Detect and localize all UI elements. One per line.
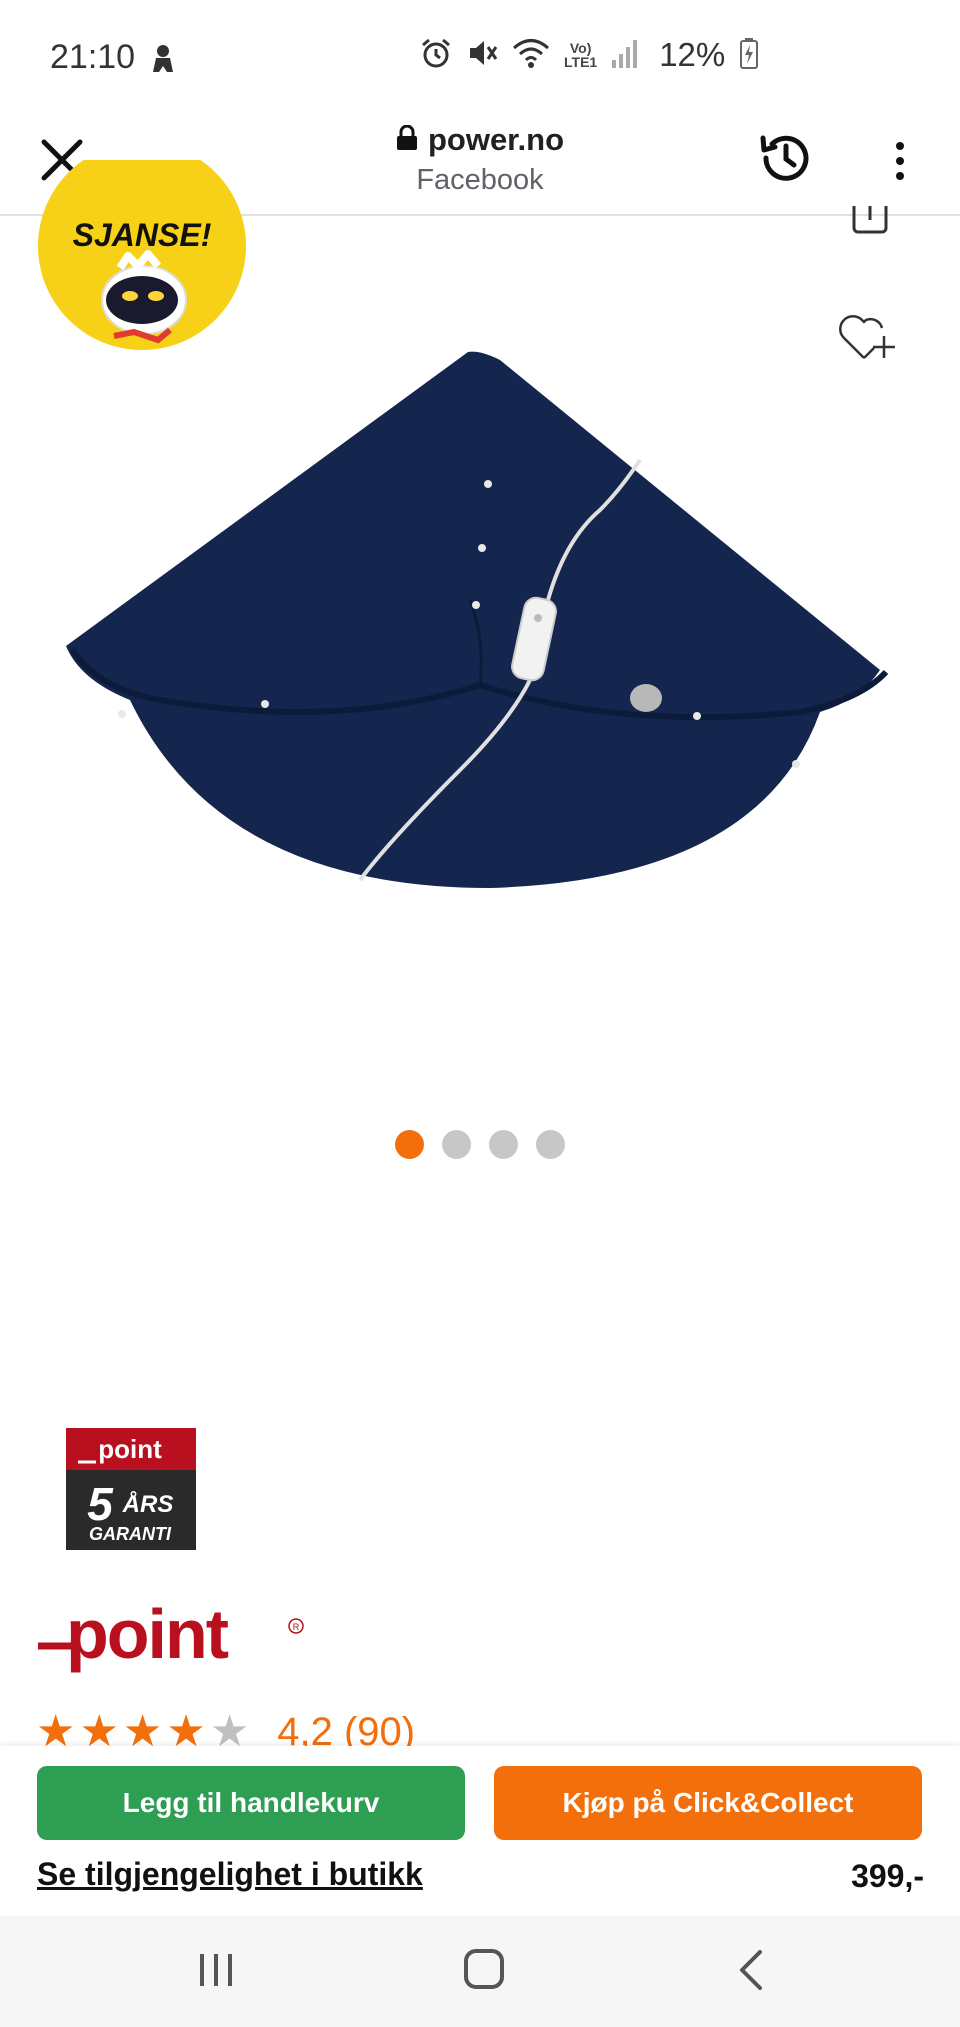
history-icon[interactable] [756, 128, 816, 188]
sjanse-badge: SJANSE! [38, 160, 246, 352]
status-bar: 21:10 Vo) LTE1 12% [0, 0, 960, 110]
url-domain: power.no [427, 122, 565, 157]
battery-charging-icon [739, 37, 759, 74]
home-icon[interactable] [462, 1946, 506, 1992]
alarm-icon [420, 37, 452, 74]
brand-name-text: point [66, 1600, 229, 1673]
battery-text: 12% [659, 36, 726, 73]
status-time: 21:10 [50, 38, 136, 76]
person-icon [150, 44, 176, 79]
network-top-text: Vo) [569, 40, 592, 56]
carousel-dot-1[interactable] [395, 1130, 424, 1159]
url-source: Facebook [416, 164, 544, 196]
image-carousel-indicators [395, 1130, 565, 1159]
brand-logo[interactable]: point R [36, 1595, 306, 1684]
network-bottom-text: LTE1 [564, 54, 598, 70]
carousel-dot-3[interactable] [489, 1130, 518, 1159]
carousel-dot-4[interactable] [536, 1130, 565, 1159]
mute-icon [466, 37, 498, 74]
store-availability-link[interactable]: Se tilgjengelighet i butikk [37, 1856, 423, 1893]
url-display[interactable]: power.no Facebook [300, 122, 660, 197]
purchase-panel: Legg til handlekurv Kjøp på Click&Collec… [0, 1746, 960, 1916]
wifi-icon [512, 37, 550, 74]
system-nav-bar [0, 1916, 960, 2027]
badge-text: SJANSE! [73, 217, 212, 253]
more-vert-icon[interactable] [880, 136, 920, 186]
warranty-brand-text: point [98, 1434, 162, 1464]
warranty-badge: point 5 ÅRS GARANTI [66, 1428, 196, 1550]
heated-shawl-image[interactable] [60, 340, 900, 900]
signal-icon [611, 38, 639, 73]
warranty-line1-text: ÅRS [122, 1491, 174, 1518]
svg-text:R: R [293, 1622, 300, 1632]
lock-icon [396, 124, 418, 156]
warranty-years-text: 5 [87, 1478, 114, 1530]
carousel-dot-2[interactable] [442, 1130, 471, 1159]
share-icon[interactable] [848, 206, 898, 236]
recent-apps-icon[interactable] [196, 1950, 236, 1990]
price: 399,- [851, 1858, 924, 1894]
status-icons: Vo) LTE1 12% [420, 36, 759, 74]
warranty-line2-text: GARANTI [89, 1524, 172, 1544]
add-to-cart-button[interactable]: Legg til handlekurv [37, 1766, 465, 1840]
back-icon[interactable] [736, 1948, 766, 1992]
network-label: Vo) LTE1 [564, 41, 597, 69]
click-collect-button[interactable]: Kjøp på Click&Collect [494, 1766, 922, 1840]
